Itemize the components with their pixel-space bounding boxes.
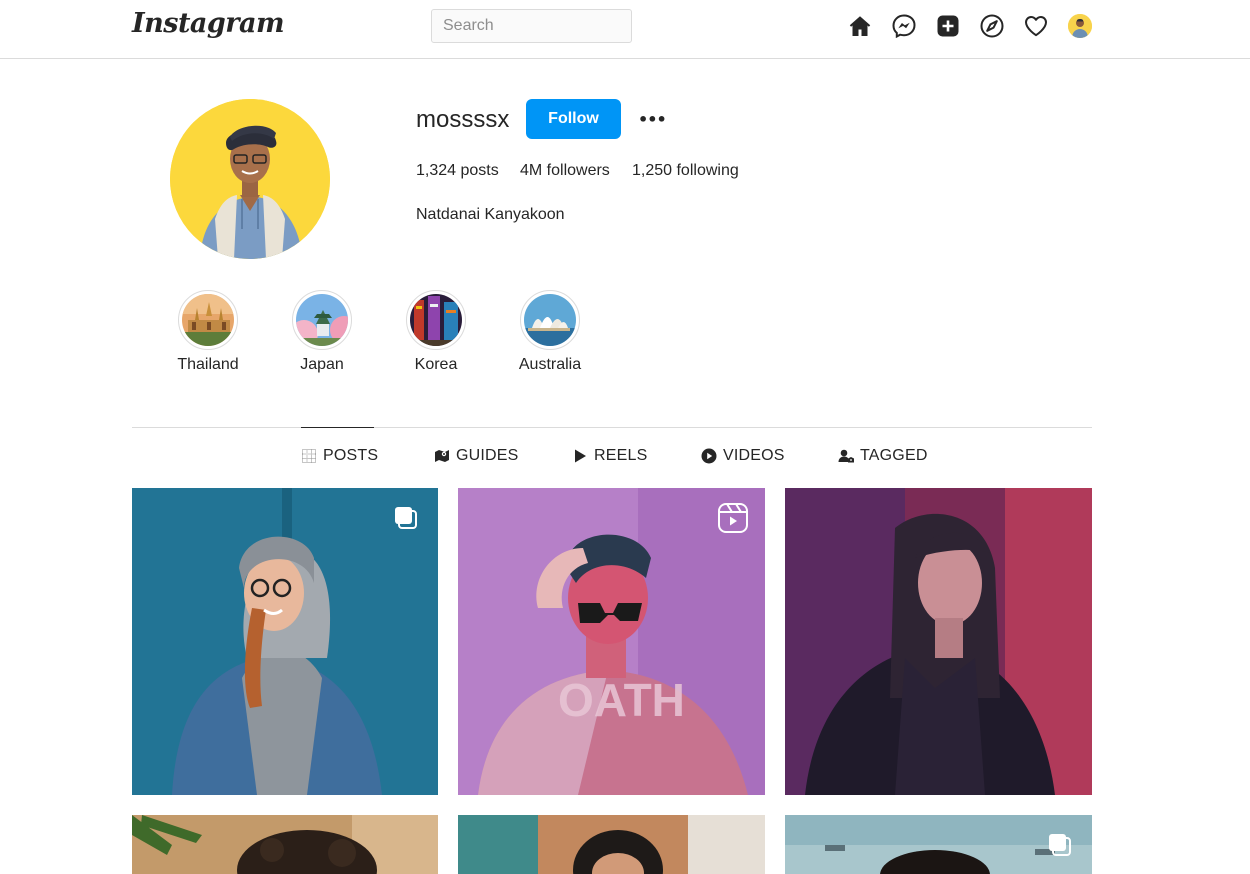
svg-text:OATH: OATH <box>558 674 685 726</box>
highlight-australia[interactable]: Australia <box>500 290 600 380</box>
highlight-cover <box>178 290 238 350</box>
tab-tagged[interactable]: TAGGED <box>838 445 928 467</box>
active-tab-indicator <box>301 427 374 428</box>
follow-button[interactable]: Follow <box>526 99 621 139</box>
highlight-korea[interactable]: Korea <box>386 290 486 380</box>
map-icon <box>434 448 450 464</box>
post-photo <box>785 488 1092 795</box>
search-input[interactable] <box>431 9 632 43</box>
highlight-cover <box>292 290 352 350</box>
tab-label: POSTS <box>323 447 379 464</box>
carousel-icon <box>390 502 422 534</box>
highlight-cover <box>520 290 580 350</box>
grid-icon <box>301 448 317 464</box>
more-options-button[interactable]: ••• <box>638 106 667 132</box>
post-photo <box>132 815 438 874</box>
activity-heart-icon[interactable] <box>1024 14 1048 38</box>
post-photo <box>458 815 765 874</box>
tabs-divider <box>132 427 1092 428</box>
post-photo: OATH <box>458 488 765 795</box>
tab-label: GUIDES <box>456 447 519 464</box>
tab-posts[interactable]: POSTS <box>301 445 378 467</box>
posts-count: 1,324 posts <box>416 162 499 179</box>
following-count[interactable]: 1,250 following <box>632 161 739 181</box>
video-circle-icon <box>701 448 717 464</box>
post-thumbnail[interactable] <box>132 488 438 795</box>
tab-label: REELS <box>594 447 648 464</box>
post-thumbnail[interactable] <box>458 815 765 874</box>
highlight-thailand[interactable]: Thailand <box>158 290 258 380</box>
post-thumbnail[interactable] <box>785 815 1092 874</box>
highlight-label: Korea <box>414 356 458 373</box>
profile-username: mossssx <box>416 106 510 133</box>
highlight-label: Australia <box>518 356 582 373</box>
profile-full-name: Natdanai Kanyakoon <box>416 206 565 223</box>
highlight-label: Japan <box>300 356 344 373</box>
new-post-icon[interactable] <box>936 14 960 38</box>
play-icon <box>572 448 588 464</box>
profile-avatar-icon[interactable] <box>1068 14 1092 38</box>
carousel-icon <box>1044 829 1076 861</box>
highlight-japan[interactable]: Japan <box>272 290 372 380</box>
highlight-label: Thailand <box>177 356 239 373</box>
post-thumbnail[interactable]: OATH <box>458 488 765 795</box>
tab-videos[interactable]: VIDEOS <box>701 445 785 467</box>
home-icon[interactable] <box>848 14 872 38</box>
post-thumbnail[interactable] <box>132 815 438 874</box>
post-photo <box>132 488 438 795</box>
user-tag-icon <box>838 448 854 464</box>
profile-picture[interactable] <box>170 99 330 259</box>
tab-label: VIDEOS <box>723 447 785 464</box>
highlight-cover <box>406 290 466 350</box>
messenger-icon[interactable] <box>892 14 916 38</box>
followers-count[interactable]: 4M followers <box>520 161 610 181</box>
explore-icon[interactable] <box>980 14 1004 38</box>
reel-icon <box>717 502 749 534</box>
tab-guides[interactable]: GUIDES <box>434 445 519 467</box>
post-thumbnail[interactable] <box>785 488 1092 795</box>
instagram-logo[interactable]: Instagram <box>132 8 285 39</box>
tab-label: TAGGED <box>860 447 928 464</box>
top-nav-bar: Instagram <box>0 0 1250 59</box>
tab-reels[interactable]: REELS <box>572 445 647 467</box>
